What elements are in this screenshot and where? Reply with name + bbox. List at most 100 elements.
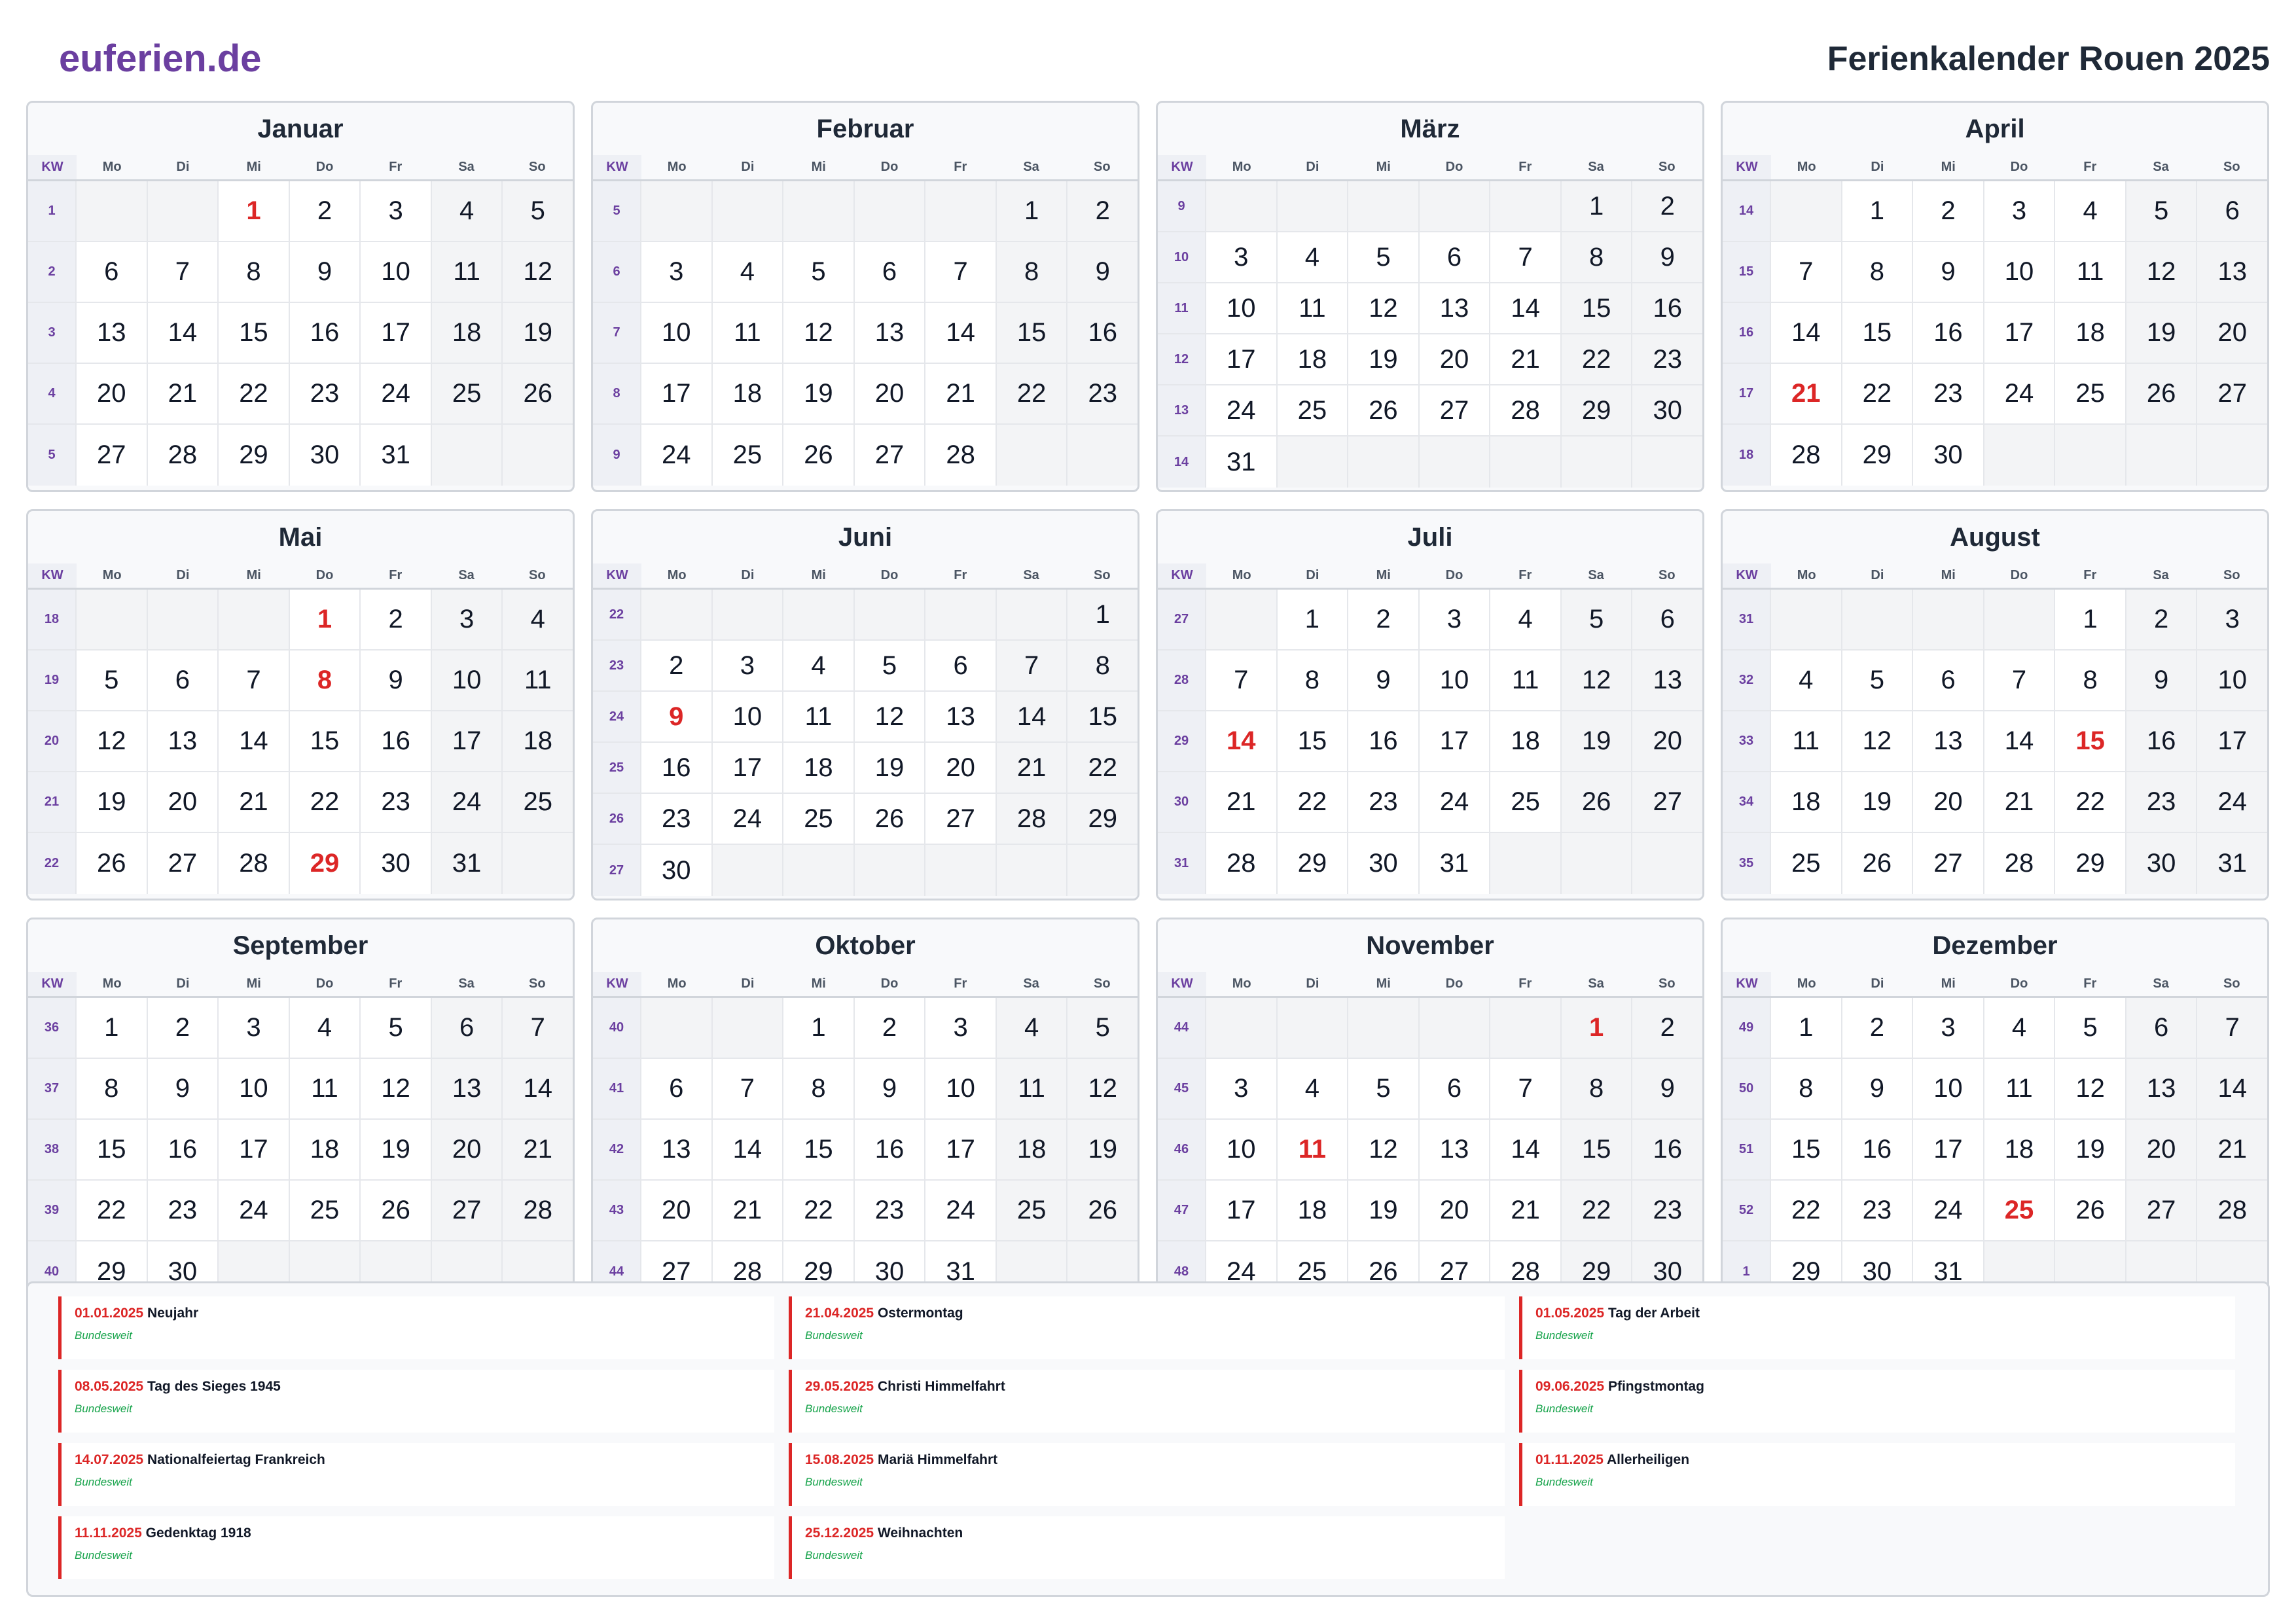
day-cell: 22 [219,364,290,423]
day-cell: 28 [2197,1181,2267,1240]
weekday-label: Mo [667,568,687,582]
week-number: 42 [593,1120,641,1179]
day-cell: 15 [1561,283,1633,333]
holiday-region: Bundesweit [75,1402,132,1415]
week-number: 47 [1158,1181,1206,1240]
holiday-region: Bundesweit [1535,1329,1593,1342]
day-cell: 21 [2197,1120,2267,1179]
day-cell: 6 [1419,1059,1491,1118]
day-cell: 22 [1561,334,1633,384]
day-cell: 3 [431,590,503,649]
holiday-name: Allerheiligen [1607,1452,1690,1467]
empty-day-cell [503,425,573,486]
day-cell: 8 [1067,641,1138,690]
day-cell: 22 [1067,743,1138,793]
weekday-header: KW Mo Di Mi Do Fr Sa So [28,563,573,590]
day-cell: 8 [77,1059,148,1118]
holiday-day-cell: 15 [2055,711,2126,771]
holiday-entry: 25.12.2025 Weihnachten Bundesweit [789,1516,1505,1579]
day-cell: 28 [147,425,219,486]
week-number: 49 [1723,998,1771,1058]
week-number: 34 [1723,772,1771,832]
holiday-line: 14.07.2025 Nationalfeiertag Frankreich [75,1452,774,1468]
empty-day-cell [77,181,148,241]
week-row: 37 8 9 10 11 12 13 14 [28,1059,573,1120]
holiday-region: Bundesweit [805,1549,863,1561]
day-cell: 26 [2126,364,2198,423]
day-cell: 17 [1419,711,1491,771]
holiday-region: Bundesweit [1535,1476,1593,1488]
week-number: 11 [1158,283,1206,333]
day-cell: 23 [641,794,713,844]
day-cell: 9 [2126,651,2198,710]
day-cell: 21 [147,364,219,423]
empty-day-cell [712,845,784,896]
empty-day-cell [2197,425,2267,486]
day-cell: 17 [219,1120,290,1179]
weekday-label: So [529,976,546,991]
week-number: 52 [1723,1181,1771,1240]
day-cell: 27 [925,794,997,844]
day-cell: 5 [783,242,855,302]
empty-day-cell [1632,437,1702,488]
day-cell: 30 [1913,425,1984,486]
month-title: November [1366,931,1494,960]
day-cell: 19 [1561,711,1633,771]
empty-day-cell [925,181,997,241]
day-cell: 27 [431,1181,503,1240]
day-cell: 28 [925,425,997,486]
weekday-label: So [1094,160,1111,174]
week-number: 3 [28,303,77,363]
day-cell: 5 [1067,998,1138,1058]
day-cell: 2 [1913,181,1984,241]
month-card: Dezember KW Mo Di Mi Do Fr Sa So 49 1 2 3 4 5 6 7 50 8 9 10 1… [1721,918,2269,1309]
holiday-day-cell: 11 [1277,1120,1349,1179]
empty-day-cell [147,181,219,241]
weekday-label: Fr [954,160,967,174]
holiday-region: Bundesweit [75,1549,132,1561]
month-title: Februar [816,115,914,143]
day-cell: 6 [1913,651,1984,710]
month-title: März [1400,115,1460,143]
holiday-date: 01.05.2025 [1535,1306,1605,1321]
weekday-label: Fr [2083,160,2097,174]
day-cell: 1 [996,181,1068,241]
empty-day-cell [1632,833,1702,894]
day-cell: 13 [854,303,926,363]
weekday-header: KW Mo Di Mi Do Fr Sa So [1158,563,1702,590]
weekday-label: Mi [811,976,826,991]
day-cell: 16 [289,303,361,363]
day-cell: 6 [925,641,997,690]
week-number: 33 [1723,711,1771,771]
weekday-label: Mo [102,568,122,582]
weekday-label: Mi [1941,160,1956,174]
month-card: November KW Mo Di Mi Do Fr Sa So 44 1 2 45 3 4 5 6 7 8 9 46 1… [1156,918,1704,1309]
brand-logo[interactable]: euferien.de [59,37,261,80]
week-row: 4 20 21 22 23 24 25 26 [28,364,573,425]
weekday-header: KW Mo Di Mi Do Fr Sa So [593,155,1138,181]
empty-day-cell [1984,590,2056,649]
month-card: April KW Mo Di Mi Do Fr Sa So 14 1 2 3 4 5 6 15 7 8 9 10 11 12… [1721,101,2269,492]
weekday-label: Di [741,160,755,174]
day-cell: 5 [503,181,573,241]
week-number: 31 [1723,590,1771,649]
week-number: 45 [1158,1059,1206,1118]
day-cell: 6 [147,651,219,710]
day-cell: 16 [854,1120,926,1179]
day-cell: 17 [1206,334,1278,384]
holiday-name: Tag der Arbeit [1607,1306,1700,1321]
day-cell: 17 [2197,711,2267,771]
day-cell: 8 [1277,651,1349,710]
day-cell: 16 [147,1120,219,1179]
month-card: März KW Mo Di Mi Do Fr Sa So 9 1 2 10 3 4 5 6 7 8 9 11 10 11 12… [1156,101,1704,492]
empty-day-cell [1206,181,1278,231]
week-row: 47 17 18 19 20 21 22 23 [1158,1181,1702,1241]
week-row: 49 1 2 3 4 5 6 7 [1723,998,2267,1059]
day-cell: 31 [1419,833,1491,894]
week-number: 31 [1158,833,1206,894]
day-cell: 26 [783,425,855,486]
week-row: 40 1 2 3 4 5 [593,998,1138,1059]
week-number: 13 [1158,385,1206,435]
day-cell: 14 [2197,1059,2267,1118]
day-cell: 31 [1206,437,1278,488]
